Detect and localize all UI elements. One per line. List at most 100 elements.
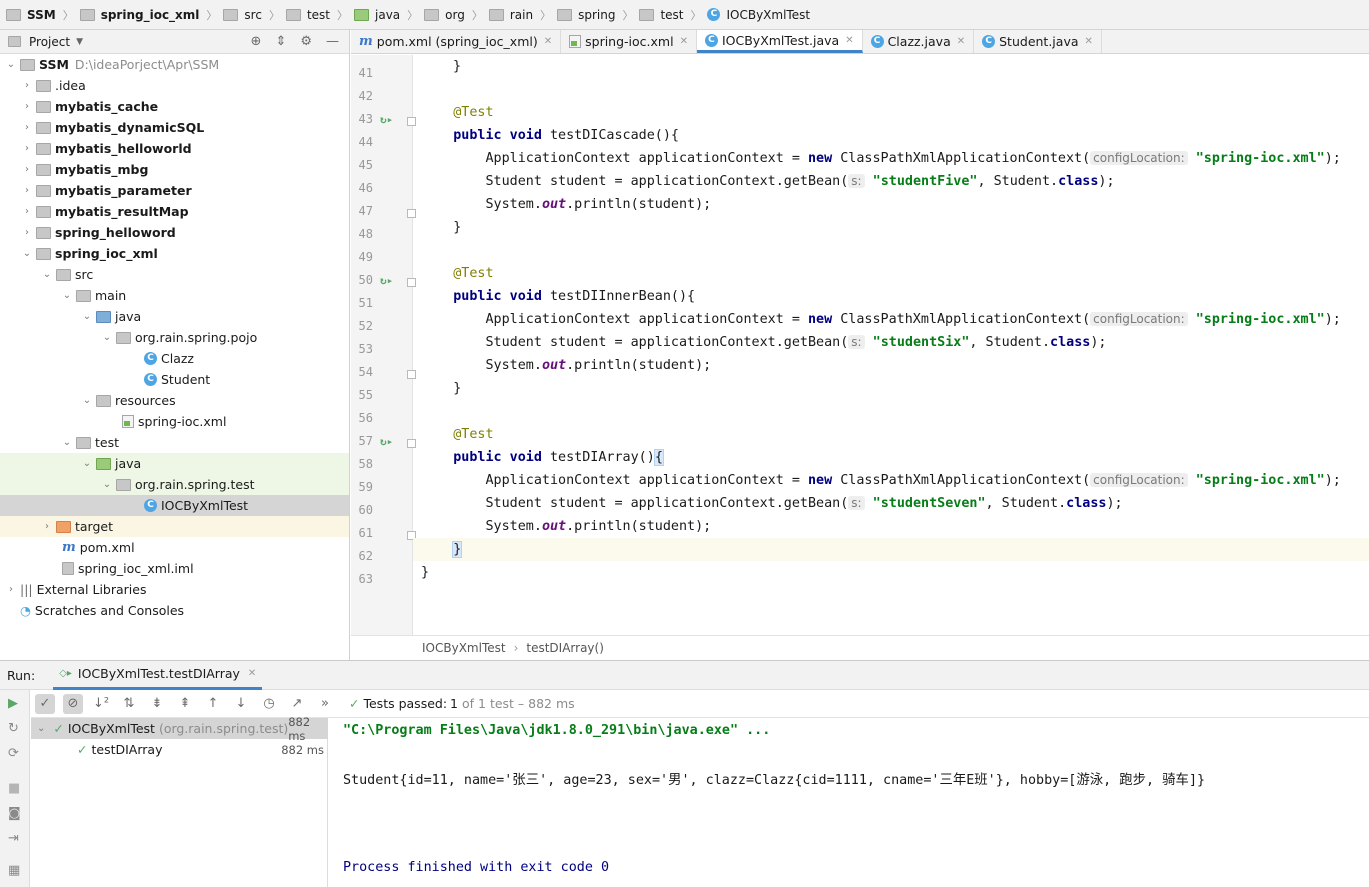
code-line: Student student = applicationContext.get…	[485, 335, 1107, 350]
parameter-hint: s:	[848, 496, 865, 510]
show-ignored-icon[interactable]: ⊘	[63, 693, 83, 714]
layout-icon[interactable]: ▦	[8, 863, 20, 878]
close-icon[interactable]: ✕	[680, 36, 688, 47]
tree-item-test-package[interactable]: ⌄ org.rain.spring.test	[0, 474, 349, 495]
hide-icon[interactable]: —	[326, 34, 339, 49]
crumb-spring[interactable]: spring 〉	[557, 0, 639, 29]
run-test-icon[interactable]: ↻▸	[380, 274, 393, 287]
tree-item-pojo-package[interactable]: ⌄ org.rain.spring.pojo	[0, 327, 349, 348]
next-failed-icon[interactable]: ↓	[231, 694, 251, 714]
code-line: @Test	[453, 427, 494, 442]
tab-clazz[interactable]: C Clazz.java ✕	[863, 30, 975, 53]
test-history-icon[interactable]: ◷	[259, 694, 279, 714]
crumb-org[interactable]: org 〉	[424, 0, 489, 29]
show-passed-icon[interactable]: ✓	[35, 693, 55, 714]
line-number: 60	[358, 503, 373, 517]
rerun-failed-icon[interactable]: ↻	[8, 721, 19, 736]
tree-item-test[interactable]: ⌄ test	[0, 432, 349, 453]
code-line: @Test	[453, 266, 494, 281]
project-view-selector[interactable]: Project	[29, 35, 70, 49]
locate-icon[interactable]: ⊕	[251, 34, 262, 49]
tree-item-iml[interactable]: ›spring_ioc_xml.iml	[0, 558, 349, 579]
close-icon[interactable]: ✕	[248, 668, 256, 679]
tree-item-mybatis-dynamicsql[interactable]: › mybatis_dynamicSQL	[0, 117, 349, 138]
tree-item-mybatis-resultmap[interactable]: › mybatis_resultMap	[0, 201, 349, 222]
stop-icon[interactable]: ■	[8, 781, 20, 796]
tree-item-clazz[interactable]: ›CClazz	[0, 348, 349, 369]
package-icon	[557, 8, 573, 21]
line-number: 63	[358, 572, 373, 586]
excluded-folder-icon	[56, 520, 71, 533]
code-area[interactable]: 41 42 43 44 45 46 47 48 49 50 51 52 53 5…	[351, 55, 1369, 635]
expand-all-icon[interactable]: ⇟	[147, 694, 167, 714]
crumb-class[interactable]: C IOCByXmlTest	[707, 0, 812, 29]
tree-item-target[interactable]: › target	[0, 516, 349, 537]
tree-item-iocbyxmltest[interactable]: ›CIOCByXmlTest	[0, 495, 349, 516]
sort-by-duration-icon[interactable]: ⇅	[119, 694, 139, 714]
export-results-icon[interactable]: ↗	[287, 694, 307, 714]
gear-icon[interactable]: ⚙	[300, 34, 312, 49]
close-icon[interactable]: ✕	[544, 36, 552, 47]
tree-item-external-libraries[interactable]: › ||| External Libraries	[0, 579, 349, 600]
tree-item-spring-ioc-xml-file[interactable]: ›spring-ioc.xml	[0, 411, 349, 432]
breadcrumb-class[interactable]: IOCByXmlTest	[422, 641, 506, 655]
crumb-test[interactable]: test 〉	[285, 0, 354, 29]
sort-alphabetically-icon[interactable]: ↓²	[91, 694, 111, 714]
tests-status: ✓ Tests passed: 1 of 1 test – 882 ms	[349, 696, 575, 711]
test-method-row[interactable]: ✓ testDIArray 882 ms	[31, 739, 328, 760]
run-configuration-tab[interactable]: ◇▸ IOCByXmlTest.testDIArray ✕	[53, 661, 263, 690]
collapse-all-icon[interactable]: ⇞	[175, 694, 195, 714]
chevron-down-icon[interactable]: ▼	[76, 37, 83, 47]
more-icon[interactable]: »	[315, 694, 335, 714]
tree-item-student[interactable]: ›CStudent	[0, 369, 349, 390]
toggle-autotest-icon[interactable]: ⟳	[8, 746, 19, 761]
tree-item-mybatis-helloworld[interactable]: › mybatis_helloworld	[0, 138, 349, 159]
crumb-src[interactable]: src 〉	[223, 0, 286, 29]
run-panel-header: Run: ◇▸ IOCByXmlTest.testDIArray ✕	[0, 661, 1369, 690]
test-suite-row[interactable]: ⌄ ✓ IOCByXmlTest (org.rain.spring.test) …	[31, 715, 328, 743]
tab-iocbyxmltest[interactable]: C IOCByXmlTest.java ✕	[696, 30, 863, 53]
tree-item-main-java[interactable]: ⌄ java	[0, 306, 349, 327]
tree-item-resources[interactable]: ⌄ resources	[0, 390, 349, 411]
run-test-icon[interactable]: ↻▸	[380, 113, 393, 126]
tree-item-spring-helloword[interactable]: › spring_helloword	[0, 222, 349, 243]
breadcrumb-method[interactable]: testDIArray()	[526, 641, 604, 655]
code-line: ApplicationContext applicationContext = …	[485, 151, 1341, 166]
close-icon[interactable]: ✕	[845, 35, 853, 46]
import-tests-icon[interactable]: ⇥	[8, 831, 19, 846]
crumb-java[interactable]: java 〉	[354, 0, 424, 29]
tab-student[interactable]: C Student.java ✕	[974, 30, 1102, 53]
tree-item-pom-xml[interactable]: ›mpom.xml	[0, 537, 349, 558]
crumb-rain[interactable]: rain 〉	[488, 0, 557, 29]
tree-item-scratches[interactable]: ›◔Scratches and Consoles	[0, 600, 349, 621]
package-icon	[424, 8, 440, 21]
folder-icon	[6, 8, 21, 21]
tree-item-mybatis-cache[interactable]: › mybatis_cache	[0, 96, 349, 117]
previous-failed-icon[interactable]: ↑	[203, 694, 223, 714]
close-icon[interactable]: ✕	[957, 36, 965, 47]
tree-item-ssm[interactable]: ⌄ SSM D:\ideaPorject\Apr\SSM	[0, 54, 349, 75]
tree-item-mybatis-mbg[interactable]: › mybatis_mbg	[0, 159, 349, 180]
collapse-all-icon[interactable]: ⇕	[275, 34, 286, 49]
tree-item-idea[interactable]: › .idea	[0, 75, 349, 96]
console-output[interactable]: "C:\Program Files\Java\jdk1.8.0_291\bin\…	[343, 718, 1363, 887]
tab-pom-xml[interactable]: m pom.xml (spring_ioc_xml) ✕	[351, 30, 562, 53]
console-exit-line: Process finished with exit code 0	[343, 860, 610, 875]
close-icon[interactable]: ✕	[1085, 36, 1093, 47]
line-number: 62	[358, 549, 373, 563]
crumb-test-package[interactable]: test 〉	[639, 0, 707, 29]
tab-spring-ioc-xml[interactable]: spring-ioc.xml ✕	[561, 30, 697, 53]
camera-icon[interactable]: ◙	[8, 806, 21, 821]
tree-item-test-java[interactable]: ⌄ java	[0, 453, 349, 474]
crumb-module[interactable]: spring_ioc_xml 〉	[79, 0, 224, 29]
run-test-icon[interactable]: ↻▸	[380, 435, 393, 448]
tree-item-main[interactable]: ⌄ main	[0, 285, 349, 306]
spring-xml-icon	[569, 35, 582, 48]
tree-item-mybatis-parameter[interactable]: › mybatis_parameter	[0, 180, 349, 201]
tree-item-src[interactable]: ⌄ src	[0, 264, 349, 285]
tree-item-spring-ioc-xml[interactable]: ⌄ spring_ioc_xml	[0, 243, 349, 264]
crumb-project[interactable]: SSM 〉	[6, 0, 80, 29]
editor-tabs: m pom.xml (spring_ioc_xml) ✕ spring-ioc.xm…	[351, 30, 1369, 54]
rerun-icon[interactable]: ▶	[8, 696, 18, 711]
